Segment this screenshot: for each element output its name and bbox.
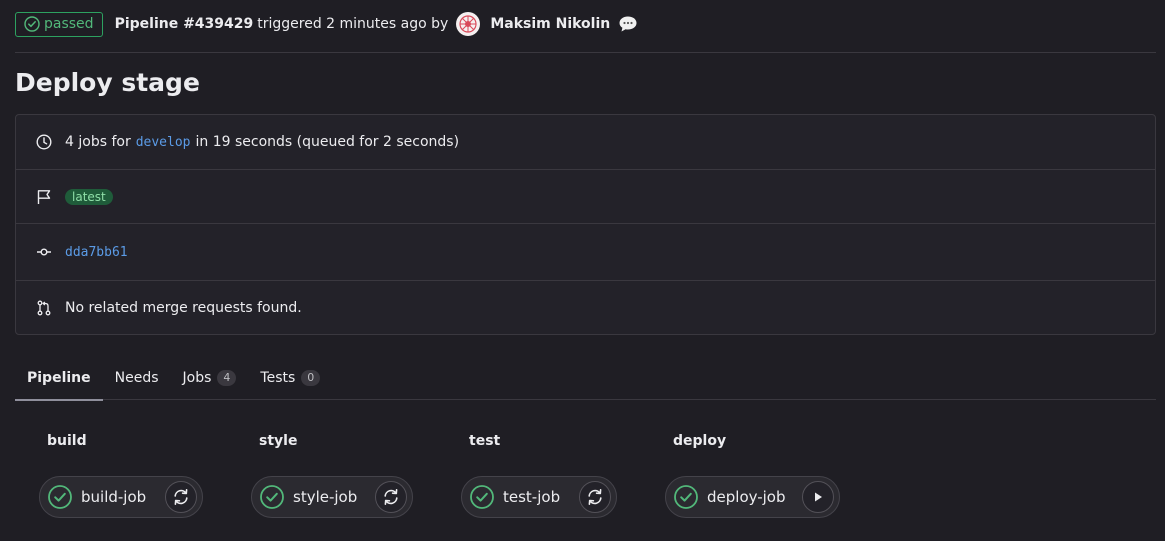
pipeline-tabs: Pipeline Needs Jobs 4 Tests 0 [15, 356, 1156, 401]
retry-button[interactable] [375, 481, 407, 513]
retry-icon [588, 489, 602, 505]
tab-jobs[interactable]: Jobs 4 [171, 356, 249, 400]
retry-button[interactable] [579, 481, 611, 513]
pipeline-id: Pipeline #439429 [114, 16, 254, 32]
job-name: build-job [81, 488, 147, 506]
success-check-icon [259, 484, 285, 510]
stage-title-style: style [259, 433, 298, 449]
play-button[interactable] [802, 481, 834, 513]
avatar-pattern-icon [459, 15, 477, 33]
tab-pipeline[interactable]: Pipeline [15, 356, 103, 401]
avatar[interactable] [456, 12, 481, 36]
success-check-icon [469, 484, 495, 510]
jobs-suffix: in 19 seconds (queued for 2 seconds) [195, 134, 460, 150]
merge-requests-text: No related merge requests found. [65, 300, 302, 316]
jobs-prefix: 4 jobs for [65, 134, 131, 150]
check-circle-icon [24, 16, 40, 32]
commit-icon [36, 244, 52, 260]
header-divider [15, 52, 1156, 53]
tags-row: latest [16, 170, 1155, 224]
commit-row: dda7bb61 [16, 224, 1155, 281]
clock-icon [36, 134, 52, 150]
stage-title-test: test [469, 433, 501, 449]
jobs-summary-row: 4 jobs for develop in 19 seconds (queued… [16, 115, 1155, 170]
tab-label: Needs [114, 370, 159, 386]
stage-title-deploy: deploy [673, 433, 727, 449]
retry-button[interactable] [165, 481, 197, 513]
retry-icon [384, 489, 398, 505]
stage-title-build: build [47, 433, 87, 449]
latest-badge: latest [65, 188, 113, 205]
tab-label: Pipeline [27, 370, 91, 386]
play-icon [815, 492, 822, 502]
tab-tests[interactable]: Tests 0 [248, 356, 332, 400]
success-check-icon [47, 484, 73, 510]
tab-needs[interactable]: Needs [103, 356, 171, 400]
merge-requests-row: No related merge requests found. [16, 281, 1155, 335]
job-name: test-job [503, 488, 561, 506]
commit-sha-link[interactable]: dda7bb61 [65, 245, 128, 260]
tab-label: Tests [260, 370, 296, 386]
job-name: style-job [293, 488, 358, 506]
job-deploy[interactable]: deploy-job [665, 476, 840, 518]
retry-icon [174, 489, 188, 505]
pipeline-header: passed Pipeline #439429 triggered 2 minu… [15, 11, 638, 37]
merge-request-icon [36, 300, 52, 316]
tests-count-badge: 0 [301, 370, 321, 386]
status-badge-passed[interactable]: passed [15, 11, 103, 37]
pipeline-info-card: 4 jobs for develop in 19 seconds (queued… [15, 114, 1156, 335]
tab-label: Jobs [182, 370, 212, 386]
triggered-text: triggered 2 minutes ago by [257, 16, 449, 32]
job-build[interactable]: build-job [39, 476, 203, 518]
job-style[interactable]: style-job [251, 476, 413, 518]
job-test[interactable]: test-job [461, 476, 617, 518]
success-check-icon [673, 484, 699, 510]
branch-link[interactable]: develop [136, 135, 191, 150]
flag-icon [36, 189, 52, 205]
speech-bubble-icon [618, 15, 638, 33]
status-label: passed [44, 16, 94, 32]
jobs-count-badge: 4 [217, 370, 237, 386]
page-title: Deploy stage [15, 68, 200, 97]
job-name: deploy-job [707, 488, 786, 506]
user-name-link[interactable]: Maksim Nikolin [490, 16, 610, 32]
